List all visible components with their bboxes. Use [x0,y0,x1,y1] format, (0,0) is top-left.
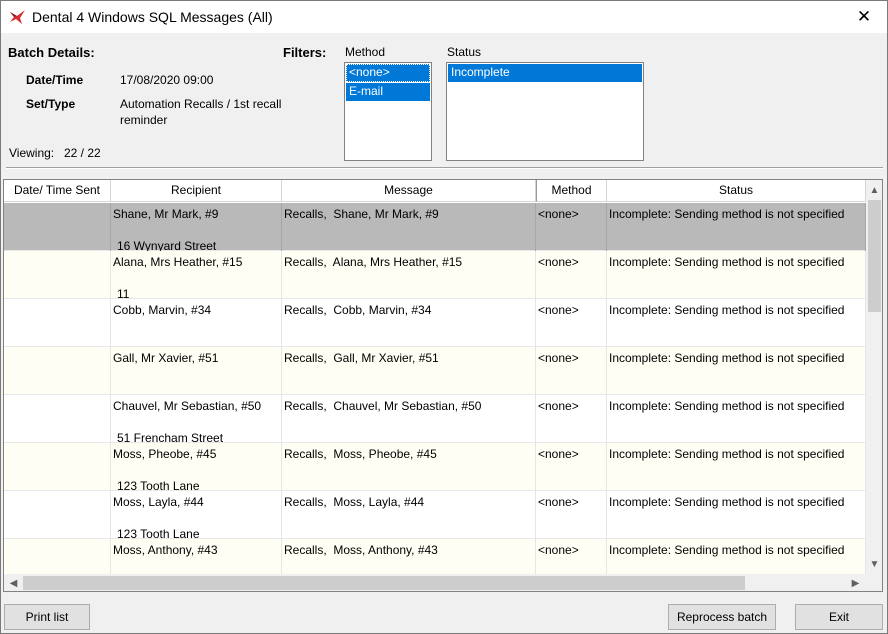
cell-recipient: Alana, Mrs Heather, #15 11 [111,251,282,299]
recipient-address: 51 Frencham Street [117,431,224,443]
batch-details-heading: Batch Details: [8,45,95,60]
cell-status: Incomplete: Sending method is not specif… [607,251,866,299]
chevron-down-icon[interactable]: ▼ [866,556,882,573]
title-bar: Dental 4 Windows SQL Messages (All) ✕ [1,1,887,33]
recipient-name: Cobb, Marvin, #34 [113,303,212,317]
close-button[interactable]: ✕ [841,1,887,33]
status-filter-list[interactable]: Incomplete [446,62,644,161]
cell-message: Recalls, Shane, Mr Mark, #9 [282,203,536,251]
table-row[interactable]: Gall, Mr Xavier, #51 Recalls, Gall, Mr X… [4,347,866,395]
cell-method: <none> [536,491,607,539]
cell-method: <none> [536,395,607,443]
cell-recipient: Moss, Pheobe, #45 123 Tooth Lane [111,443,282,491]
method-filter-label: Method [345,45,386,59]
horizontal-scroll-thumb[interactable] [23,576,745,590]
table-row[interactable]: Moss, Layla, #44 123 Tooth Lane Recalls, … [4,491,866,539]
table-row[interactable]: Moss, Pheobe, #45 123 Tooth Lane Recalls,… [4,443,866,491]
cell-status: Incomplete: Sending method is not specif… [607,347,866,395]
cell-date-sent [4,251,111,299]
column-header-date-sent[interactable]: Date/ Time Sent [4,180,111,202]
cell-date-sent [4,299,111,347]
viewing-label: Viewing: [9,146,55,160]
vertical-scrollbar[interactable]: ▲ ▼ [866,180,882,575]
chevron-up-icon[interactable]: ▲ [866,182,882,199]
column-header-message[interactable]: Message [282,180,536,202]
viewing-count: 22 / 22 [64,146,101,160]
cell-recipient: Moss, Layla, #44 123 Tooth Lane [111,491,282,539]
cell-status: Incomplete: Sending method is not specif… [607,443,866,491]
datetime-label: Date/Time [26,73,84,87]
cell-date-sent [4,491,111,539]
horizontal-scrollbar[interactable]: ◀ ▶ [4,574,866,591]
cell-method: <none> [536,251,607,299]
window-title: Dental 4 Windows SQL Messages (All) [32,9,273,25]
print-list-button[interactable]: Print list [4,604,90,630]
cell-message: Recalls, Chauvel, Mr Sebastian, #50 [282,395,536,443]
settype-value-line1: Automation Recalls / 1st recall [120,97,282,111]
cell-date-sent [4,443,111,491]
column-header-status[interactable]: Status [607,180,866,202]
table-row[interactable]: Chauvel, Mr Sebastian, #50 51 Frencham St… [4,395,866,443]
column-header-method[interactable]: Method [536,180,607,202]
datetime-value: 17/08/2020 09:00 [120,73,214,87]
recipient-address: 11 [117,287,130,299]
recipient-name: Moss, Anthony, #43 [113,543,218,557]
table-row[interactable]: Cobb, Marvin, #34 Recalls, Cobb, Marvin,… [4,299,866,347]
cell-date-sent [4,203,111,251]
cell-method: <none> [536,299,607,347]
filters-heading: Filters: [283,45,327,60]
column-header-recipient[interactable]: Recipient [111,180,282,202]
status-option-incomplete[interactable]: Incomplete [448,64,642,82]
cell-message: Recalls, Gall, Mr Xavier, #51 [282,347,536,395]
close-icon: ✕ [856,7,872,26]
cell-status: Incomplete: Sending method is not specif… [607,491,866,539]
cell-message: Recalls, Moss, Pheobe, #45 [282,443,536,491]
recipient-address: 16 Wynyard Street [117,239,217,251]
method-filter-list[interactable]: <none> E-mail [344,62,432,161]
cell-status: Incomplete: Sending method is not specif… [607,203,866,251]
cell-message: Recalls, Alana, Mrs Heather, #15 [282,251,536,299]
cell-status: Incomplete: Sending method is not specif… [607,299,866,347]
table-row[interactable]: Shane, Mr Mark, #9 16 Wynyard Street Reca… [4,203,866,251]
cell-recipient: Gall, Mr Xavier, #51 [111,347,282,395]
status-filter-label: Status [447,45,482,59]
cell-recipient: Cobb, Marvin, #34 [111,299,282,347]
cell-message: Recalls, Cobb, Marvin, #34 [282,299,536,347]
recipient-name: Gall, Mr Xavier, #51 [113,351,219,365]
cell-method: <none> [536,203,607,251]
recipient-name: Shane, Mr Mark, #9 [113,207,219,221]
cell-recipient: Chauvel, Mr Sebastian, #50 51 Frencham St… [111,395,282,443]
cell-date-sent [4,347,111,395]
recipient-name: Moss, Layla, #44 [113,495,204,509]
cell-message: Recalls, Moss, Layla, #44 [282,491,536,539]
vertical-scroll-thumb[interactable] [868,200,881,312]
recipient-name: Chauvel, Mr Sebastian, #50 [113,399,262,413]
cell-method: <none> [536,443,607,491]
scrollbar-corner [866,574,882,591]
separator [6,167,883,169]
recipient-address [113,335,117,347]
recipient-name: Alana, Mrs Heather, #15 [113,255,243,269]
table-row[interactable]: Alana, Mrs Heather, #15 11 Recalls, Alana… [4,251,866,299]
chevron-right-icon[interactable]: ▶ [847,575,864,591]
recipient-address [113,383,117,395]
settype-label: Set/Type [26,97,76,111]
recipient-address: 123 Tooth Lane [117,479,200,491]
recipient-name: Moss, Pheobe, #45 [113,447,217,461]
cell-method: <none> [536,347,607,395]
reprocess-batch-button[interactable]: Reprocess batch [668,604,776,630]
cell-recipient: Shane, Mr Mark, #9 16 Wynyard Street [111,203,282,251]
messages-grid[interactable]: Date/ Time Sent Recipient Message Method… [3,179,883,592]
exit-button[interactable]: Exit [795,604,883,630]
settype-value-line2: reminder [120,113,168,127]
chevron-left-icon[interactable]: ◀ [5,575,22,591]
cell-status: Incomplete: Sending method is not specif… [607,395,866,443]
method-option-email[interactable]: E-mail [346,83,430,101]
cell-date-sent [4,395,111,443]
method-option-none[interactable]: <none> [346,64,430,82]
messages-window: Dental 4 Windows SQL Messages (All) ✕ Ba… [0,0,888,634]
recipient-address: 123 Tooth Lane [117,527,200,539]
dental-app-icon [9,9,27,25]
